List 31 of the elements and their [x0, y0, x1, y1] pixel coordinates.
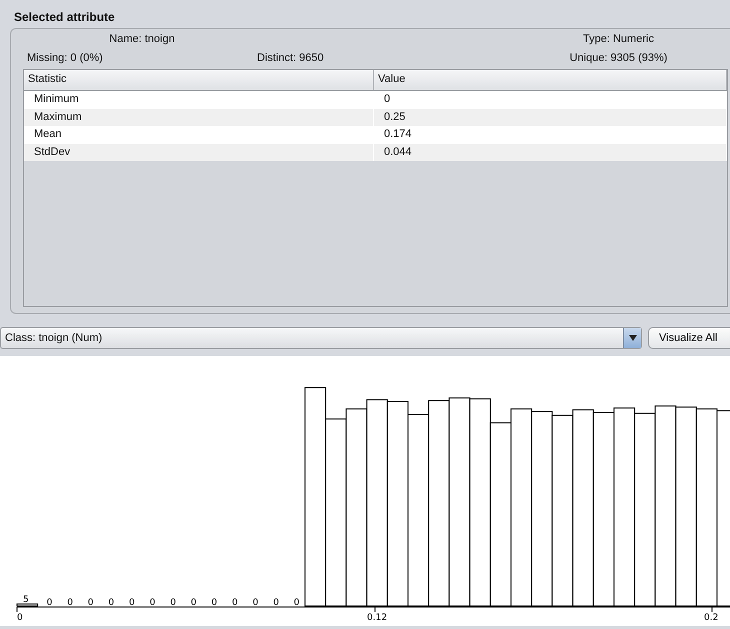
bin-count: 0 — [294, 598, 300, 608]
bin-count: 0 — [232, 598, 238, 608]
attribute-type: Type: Numeric — [583, 33, 654, 47]
distinct-count: Distinct: 9650 — [257, 52, 324, 66]
bin-count: 0 — [46, 598, 52, 608]
class-dropdown[interactable]: Class: tnoign (Num) — [0, 327, 642, 349]
table-cell: 0.044 — [374, 144, 727, 161]
bin-count: 0 — [252, 598, 258, 608]
bin-count: 0 — [150, 598, 156, 608]
bin-count: 0 — [108, 598, 114, 608]
visualize-all-button[interactable]: Visualize All — [648, 327, 730, 349]
table-cell: StdDev — [24, 144, 374, 161]
column-header[interactable]: Value — [374, 70, 727, 90]
panel-title: Selected attribute — [13, 9, 116, 26]
bin-count: 0 — [190, 598, 197, 608]
bin-count: 0 — [129, 598, 135, 608]
caret-icon — [628, 335, 636, 341]
histogram-bar — [16, 604, 38, 606]
axis-label: 0.2 — [704, 613, 718, 623]
bin-count: 0 — [88, 598, 94, 608]
attribute-name: Name: tnoign — [109, 33, 175, 47]
missing-count: Missing: 0 (0%) — [27, 52, 103, 66]
bin-count: 5 — [23, 595, 29, 605]
bin-count: 0 — [170, 598, 176, 608]
axis-label: 0.12 — [367, 613, 388, 623]
axis-label: 0 — [17, 613, 23, 623]
unique-count: Unique: 9305 (93%) — [570, 52, 668, 66]
bin-count: 0 — [273, 598, 279, 608]
bin-count: 0 — [211, 598, 218, 608]
bin-count: 0 — [67, 598, 73, 608]
column-header[interactable]: Statistic — [24, 70, 374, 90]
